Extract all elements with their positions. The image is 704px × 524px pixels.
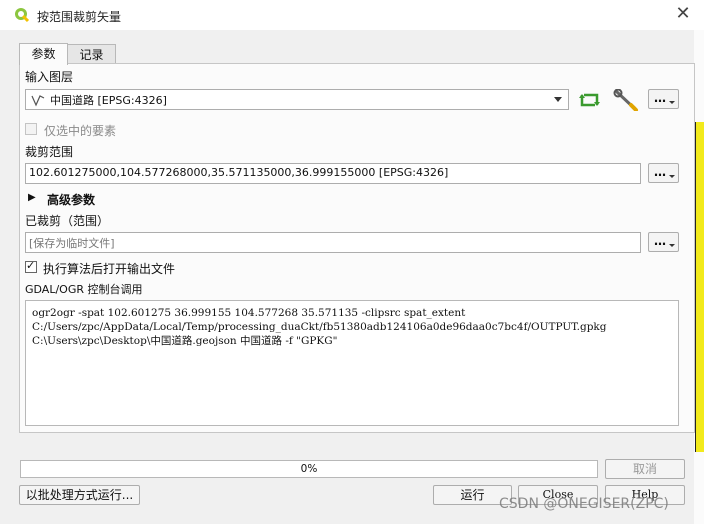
input-layer-options-button[interactable]: … xyxy=(648,89,679,109)
open-after-checkbox[interactable]: ✓ xyxy=(25,259,37,273)
dropdown-arrow-icon xyxy=(669,244,675,247)
progress-bar: 0% xyxy=(20,460,598,478)
selected-only-label: 仅选中的要素 xyxy=(44,124,117,138)
tab-parameters[interactable]: 参数 xyxy=(19,43,68,65)
expander-icon[interactable]: ▶ xyxy=(28,192,36,203)
title-bar: 按范围裁剪矢量 ✕ xyxy=(0,0,704,30)
cancel-button[interactable]: 取消 xyxy=(605,459,685,479)
close-icon[interactable]: ✕ xyxy=(673,4,693,24)
tab-log[interactable]: 记录 xyxy=(67,44,116,65)
qgis-logo-icon xyxy=(14,7,30,23)
clip-extent-value: 102.601275000,104.577268000,35.571135000… xyxy=(29,166,449,179)
dropdown-arrow-icon xyxy=(669,175,675,178)
output-placeholder: [保存为临时文件] xyxy=(29,237,115,250)
wrench-icon[interactable] xyxy=(613,88,639,114)
console-command-text[interactable]: ogr2ogr -spat 102.601275 36.999155 104.5… xyxy=(25,300,679,426)
map-feature-yellow xyxy=(695,122,704,452)
dropdown-arrow-icon xyxy=(554,97,562,102)
advanced-parameters-toggle[interactable]: 高级参数 xyxy=(47,191,95,208)
batch-process-button[interactable]: 以批处理方式运行... xyxy=(19,485,140,505)
checkbox-icon: ✓ xyxy=(26,259,36,272)
refresh-icon[interactable] xyxy=(578,89,601,114)
selected-only-checkbox[interactable] xyxy=(25,123,37,135)
output-file-input[interactable]: [保存为临时文件] xyxy=(25,232,641,253)
clip-extent-options-button[interactable]: … xyxy=(648,163,679,183)
dropdown-arrow-icon xyxy=(669,101,675,104)
console-label: GDAL/OGR 控制台调用 xyxy=(25,283,143,296)
input-layer-select[interactable]: 中国道路 [EPSG:4326] xyxy=(25,89,569,110)
output-label: 已裁剪（范围） xyxy=(25,214,110,228)
output-options-button[interactable]: … xyxy=(648,232,679,252)
window-title: 按范围裁剪矢量 xyxy=(37,10,122,24)
clip-extent-label: 裁剪范围 xyxy=(25,145,74,159)
input-layer-label: 输入图层 xyxy=(25,70,74,84)
watermark-text: CSDN @ONEGISER(ZPC) xyxy=(499,496,669,512)
open-after-label: 执行算法后打开输出文件 xyxy=(43,262,176,276)
input-layer-value: 中国道路 [EPSG:4326] xyxy=(50,94,167,107)
progress-text: 0% xyxy=(300,463,318,475)
line-layer-icon xyxy=(31,93,45,110)
clip-extent-input[interactable]: 102.601275000,104.577268000,35.571135000… xyxy=(25,163,641,184)
